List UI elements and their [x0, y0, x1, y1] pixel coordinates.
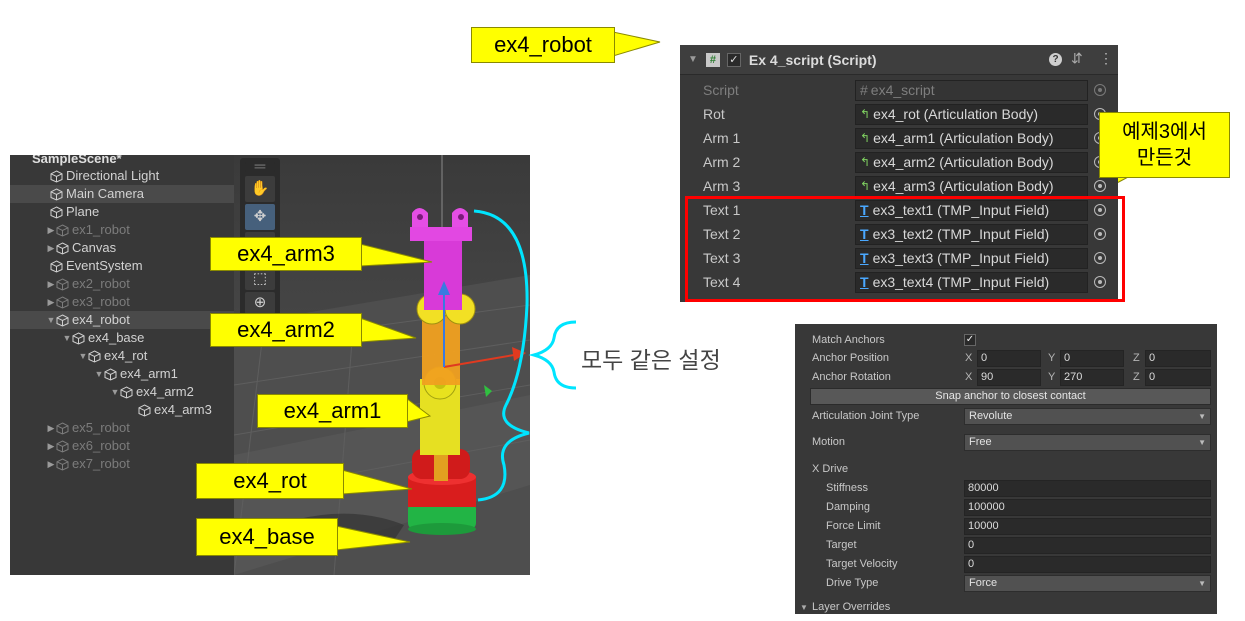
foldout-arrow-icon[interactable]: ▼	[688, 54, 698, 65]
field-row-rot: Rot ↰ ex4_rot (Articulation Body)	[680, 102, 1118, 126]
field-value: ex4_arm2 (Articulation Body)	[873, 154, 1054, 170]
field-value: ex4_script	[870, 82, 935, 98]
callout-ex4-arm3: ex4_arm3	[210, 237, 362, 271]
object-field[interactable]: ↰ ex4_rot (Articulation Body)	[855, 103, 1088, 125]
field-label: Anchor Rotation	[812, 371, 891, 383]
callout-ex4-arm1: ex4_arm1	[257, 394, 408, 428]
section-label: X Drive	[812, 463, 849, 475]
stiffness-row: Stiffness 80000	[795, 479, 1217, 497]
enabled-checkbox[interactable]: ✓	[726, 52, 741, 67]
layer-overrides-row[interactable]: ▼ Layer Overrides	[795, 598, 1217, 616]
match-anchors-checkbox[interactable]: ✓	[964, 334, 976, 346]
target-row: Target 0	[795, 536, 1217, 554]
field-label: Script	[703, 82, 739, 98]
more-menu-icon[interactable]: ⋮	[1099, 50, 1113, 67]
text-fields-highlight	[685, 196, 1125, 302]
axis-label-x: X	[965, 371, 973, 383]
field-label: Damping	[826, 501, 871, 513]
field-label: Drive Type	[826, 577, 879, 589]
articulation-body-icon: ↰	[860, 179, 871, 193]
field-row-arm3: Arm 3 ↰ ex4_arm3 (Articulation Body)	[680, 174, 1118, 198]
field-row-script: Script # ex4_script	[680, 78, 1118, 102]
same-setting-note: 모두 같은 설정	[581, 347, 721, 373]
anchor-position-row: Anchor Position X 0 Y 0 Z 0	[795, 349, 1217, 367]
field-label: Force Limit	[826, 520, 881, 532]
object-field[interactable]: ↰ ex4_arm2 (Articulation Body)	[855, 151, 1088, 173]
field-label: Motion	[812, 436, 846, 448]
anchor-rotation-row: Anchor Rotation X 90 Y 270 Z 0	[795, 368, 1217, 386]
callout-ex4-arm2: ex4_arm2	[210, 313, 362, 347]
field-value: ex4_arm3 (Articulation Body)	[873, 178, 1054, 194]
section-label: Layer Overrides	[812, 601, 891, 613]
object-field[interactable]: ↰ ex4_arm3 (Articulation Body)	[855, 175, 1088, 197]
object-picker-icon[interactable]	[1094, 180, 1106, 192]
field-label: Target Velocity	[826, 558, 898, 570]
axis-label-x: X	[965, 352, 973, 364]
anchor-position-y-field[interactable]: 0	[1060, 349, 1124, 367]
field-label: Rot	[703, 106, 725, 122]
joint-type-row: Articulation Joint Type Revolute	[795, 407, 1217, 425]
axis-label-y: Y	[1048, 371, 1056, 383]
anchor-rotation-z-field[interactable]: 0	[1145, 368, 1211, 386]
callout-ex4-base: ex4_base	[196, 518, 338, 556]
drive-type-row: Drive Type Force	[795, 574, 1217, 592]
script-icon: #	[705, 52, 720, 67]
field-label: Arm 2	[703, 154, 741, 170]
component-header[interactable]: ▼ # ✓ Ex 4_script (Script) ? ⇵ ⋮	[680, 45, 1118, 75]
drive-type-dropdown[interactable]: Force	[964, 574, 1211, 592]
stiffness-field[interactable]: 80000	[964, 479, 1211, 497]
articulation-body-icon: ↰	[860, 131, 871, 145]
object-field[interactable]: ↰ ex4_arm1 (Articulation Body)	[855, 127, 1088, 149]
presets-icon[interactable]: ⇵	[1071, 50, 1083, 67]
force-limit-field[interactable]: 10000	[964, 517, 1211, 535]
script-file-icon: #	[860, 82, 868, 98]
anchor-position-x-field[interactable]: 0	[977, 349, 1041, 367]
motion-dropdown[interactable]: Free	[964, 433, 1211, 451]
component-title: Ex 4_script (Script)	[748, 51, 877, 68]
help-icon[interactable]: ?	[1049, 53, 1062, 66]
field-value: ex4_rot (Articulation Body)	[873, 106, 1039, 122]
field-label: Match Anchors	[812, 334, 885, 346]
articulation-body-icon: ↰	[860, 107, 871, 121]
anchor-rotation-x-field[interactable]: 90	[977, 368, 1041, 386]
axis-label-y: Y	[1048, 352, 1056, 364]
joint-type-dropdown[interactable]: Revolute	[964, 407, 1211, 425]
target-field[interactable]: 0	[964, 536, 1211, 554]
damping-field[interactable]: 100000	[964, 498, 1211, 516]
x-drive-header: X Drive	[795, 460, 1217, 478]
target-velocity-field[interactable]: 0	[964, 555, 1211, 573]
field-label: Anchor Position	[812, 352, 890, 364]
articulation-panel: Match Anchors ✓ Anchor Position X 0 Y 0 …	[795, 324, 1217, 614]
anchor-position-z-field[interactable]: 0	[1145, 349, 1211, 367]
anchor-rotation-y-field[interactable]: 270	[1060, 368, 1124, 386]
foldout-arrow-icon[interactable]: ▼	[800, 603, 808, 612]
field-label: Articulation Joint Type	[812, 410, 920, 422]
field-value: ex4_arm1 (Articulation Body)	[873, 130, 1054, 146]
field-row-arm2: Arm 2 ↰ ex4_arm2 (Articulation Body)	[680, 150, 1118, 174]
articulation-body-icon: ↰	[860, 155, 871, 169]
damping-row: Damping 100000	[795, 498, 1217, 516]
force-limit-row: Force Limit 10000	[795, 517, 1217, 535]
axis-label-z: Z	[1133, 352, 1140, 364]
field-label: Stiffness	[826, 482, 868, 494]
field-label: Arm 1	[703, 130, 741, 146]
snap-anchor-button[interactable]: Snap anchor to closest contact	[810, 388, 1211, 405]
axis-label-z: Z	[1133, 371, 1140, 383]
field-label: Arm 3	[703, 178, 741, 194]
callout-made-in-ex3: 예제3에서 만든것	[1099, 112, 1230, 178]
callout-ex4-rot: ex4_rot	[196, 463, 344, 499]
script-field: # ex4_script	[855, 79, 1088, 101]
motion-row: Motion Free	[795, 433, 1217, 451]
match-anchors-row: Match Anchors ✓	[795, 331, 1217, 349]
field-row-arm1: Arm 1 ↰ ex4_arm1 (Articulation Body)	[680, 126, 1118, 150]
object-picker-icon	[1094, 84, 1106, 96]
callout-ex4-robot: ex4_robot	[471, 27, 615, 63]
target-velocity-row: Target Velocity 0	[795, 555, 1217, 573]
field-label: Target	[826, 539, 857, 551]
